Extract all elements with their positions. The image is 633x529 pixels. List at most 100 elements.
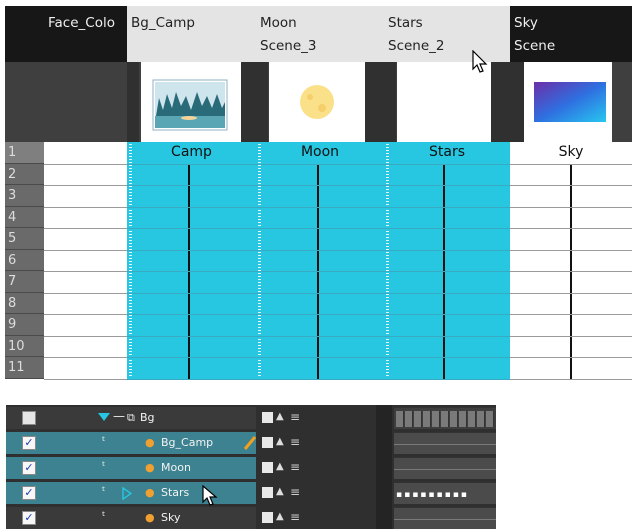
column-cells-bg-camp[interactable]: Camp	[127, 142, 256, 380]
timeline-splitter[interactable]	[376, 405, 392, 529]
column-header-stars[interactable]: Stars Scene_2	[384, 6, 510, 62]
cell-row-divider	[44, 163, 127, 165]
column-cells-sky[interactable]: Sky	[510, 142, 632, 380]
cell-row-divider	[510, 314, 632, 315]
track-line	[394, 519, 496, 520]
layer-color-swatch[interactable]	[262, 437, 273, 448]
hierarchy-indent-icon: ᵗ	[102, 509, 106, 523]
cell-row-divider	[44, 378, 127, 380]
cell-row-divider	[127, 314, 256, 315]
layer-name: Sky	[161, 511, 181, 524]
cell-row-divider	[384, 271, 510, 272]
frame-number[interactable]: 6	[5, 249, 44, 271]
layer-props-icon[interactable]: ≡	[290, 460, 300, 474]
frame-number[interactable]: 5	[5, 228, 44, 250]
cell-row-divider	[127, 206, 256, 208]
layer-props-icon[interactable]: ≡	[290, 485, 300, 499]
column-name: Bg_Camp	[131, 15, 195, 31]
hierarchy-indent-icon: ᵗ	[102, 434, 106, 448]
frame-number[interactable]: 3	[5, 185, 44, 207]
cell-row-divider	[384, 206, 510, 208]
column-name: Face_Colo	[48, 15, 115, 31]
layer-props-icon[interactable]: ≡	[290, 435, 300, 449]
cell-row-divider	[384, 292, 510, 294]
frame-number[interactable]: 2	[5, 163, 44, 185]
layer-enable-checkbox[interactable]: ✓	[22, 461, 36, 475]
timeline-track-moon[interactable]	[394, 457, 496, 479]
column-header-moon[interactable]: Moon Scene_3	[256, 6, 384, 62]
cell-row-divider	[256, 378, 384, 380]
frame-number[interactable]: 10	[5, 335, 44, 357]
cell-row-divider	[44, 249, 127, 251]
layer-enable-checkbox[interactable]: ✓	[22, 436, 36, 450]
frame-number[interactable]: 4	[5, 206, 44, 228]
cell-label: Stars	[428, 144, 465, 160]
layer-enable-checkbox[interactable]	[22, 411, 36, 425]
frame-number[interactable]: 1	[5, 142, 44, 164]
cell-row-divider	[127, 185, 256, 186]
lock-icon[interactable]: ▲	[276, 511, 284, 522]
cell-row-divider	[510, 335, 632, 337]
layer-enable-checkbox[interactable]: ✓	[22, 511, 36, 525]
column-drag-handle[interactable]	[386, 144, 389, 376]
column-header-sky[interactable]: Sky Scene	[510, 6, 632, 62]
frame-number[interactable]: 11	[5, 357, 44, 379]
layer-props-icon[interactable]: ≡	[290, 510, 300, 524]
column-header-bg-camp[interactable]: Bg_Camp	[127, 6, 256, 62]
cell-row-divider	[384, 335, 510, 337]
expand-arrow-icon[interactable]	[122, 487, 132, 500]
column-cells-moon[interactable]: Moon	[256, 142, 384, 380]
frame-number[interactable]: 9	[5, 314, 44, 336]
ruler-segment	[468, 411, 476, 427]
drawing-layer-icon: ●	[145, 511, 155, 524]
cell-row-divider	[256, 271, 384, 272]
layer-row-bg-camp[interactable]: ✓ ᵗ ● Bg_Camp ▲ ≡	[6, 432, 382, 454]
column-drag-handle[interactable]	[129, 144, 132, 376]
column-cells-stars[interactable]: Stars	[384, 142, 510, 380]
column-name: Sky	[514, 15, 538, 31]
cell-row-divider	[510, 185, 632, 186]
expand-triangle-icon[interactable]	[98, 412, 110, 422]
timeline-track-sky[interactable]	[394, 507, 496, 529]
cell-row-divider	[127, 228, 256, 229]
track-line	[394, 444, 496, 445]
drawing-layer-icon: ●	[145, 436, 155, 449]
timeline-ruler[interactable]	[394, 407, 496, 429]
layer-row-moon[interactable]: ✓ ᵗ ● Moon ▲ ≡	[6, 457, 382, 479]
column-header-face-colo[interactable]: Face_Colo	[44, 6, 127, 62]
ruler-segment	[486, 411, 494, 427]
cell-label: Sky	[558, 144, 584, 160]
layer-color-swatch[interactable]	[262, 462, 273, 473]
moon-thumbnail-image	[300, 85, 334, 119]
timeline-track-bg-camp[interactable]	[394, 432, 496, 454]
layer-color-swatch[interactable]	[262, 512, 273, 523]
column-name: Stars	[388, 15, 423, 31]
lock-icon[interactable]: ▲	[276, 411, 284, 422]
column-scene: Scene	[514, 38, 556, 54]
column-cells-face-colo[interactable]	[44, 142, 127, 380]
cell-row-divider	[127, 163, 256, 165]
layer-color-swatch[interactable]	[262, 412, 273, 423]
column-color-bar	[491, 62, 510, 142]
layer-props-icon[interactable]: ≡	[290, 410, 300, 424]
timeline-track-stars[interactable]: ▪▪▪▪▪▪▪▪▪	[394, 482, 496, 504]
cell-row-divider	[510, 228, 632, 229]
layer-row-sky[interactable]: ✓ ᵗ ● Sky ▲ ≡	[6, 507, 382, 529]
cell-label: Camp	[171, 144, 212, 160]
layer-enable-checkbox[interactable]: ✓	[22, 486, 36, 500]
layer-color-swatch[interactable]	[262, 487, 273, 498]
frame-number[interactable]: 7	[5, 271, 44, 293]
cell-row-divider	[44, 314, 127, 315]
keyframe-dots: ▪▪▪▪▪▪▪▪▪	[396, 490, 469, 500]
column-drag-handle[interactable]	[258, 144, 261, 376]
frame-number[interactable]: 8	[5, 292, 44, 314]
cell-row-divider	[44, 292, 127, 294]
layer-row-bg[interactable]: — ⧉ Bg ▲ ≡	[6, 407, 382, 429]
cell-row-divider	[384, 185, 510, 186]
layer-row-stars[interactable]: ✓ ᵗ ● Stars ▲ ≡	[6, 482, 382, 506]
lock-icon[interactable]: ▲	[276, 436, 284, 447]
lock-icon[interactable]: ▲	[276, 486, 284, 497]
lock-icon[interactable]: ▲	[276, 461, 284, 472]
hierarchy-indent-icon: ᵗ	[102, 459, 106, 473]
cell-row-divider	[256, 249, 384, 251]
